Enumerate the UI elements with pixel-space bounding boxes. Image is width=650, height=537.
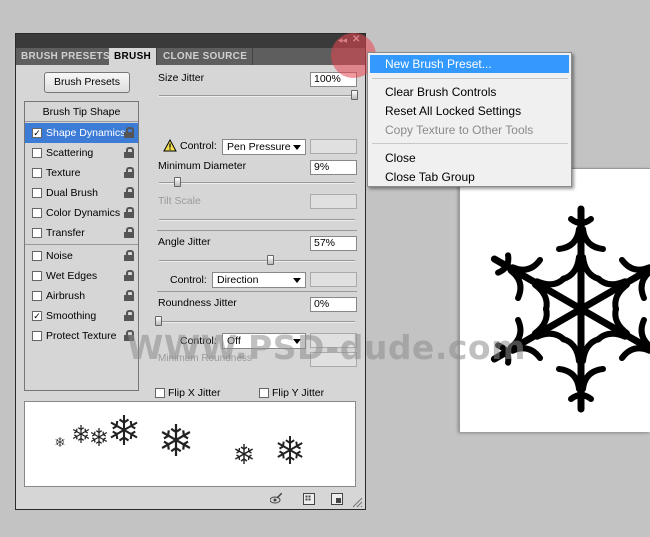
section-divider [157, 291, 357, 292]
checkbox[interactable] [32, 291, 42, 301]
brush-presets-button[interactable]: Brush Presets [44, 72, 130, 93]
panel-bottom-bar [16, 493, 365, 509]
lock-icon[interactable] [124, 310, 134, 321]
option-color-dynamics[interactable]: Color Dynamics [25, 203, 138, 223]
tab-brush[interactable]: BRUSH [109, 48, 158, 65]
checkbox[interactable] [32, 188, 42, 198]
option-airbrush[interactable]: Airbrush [25, 286, 138, 306]
flip-y-checkbox[interactable] [259, 388, 269, 398]
new-preset-icon[interactable] [331, 493, 343, 505]
preview-snowflakes [55, 413, 304, 465]
menu-item-close[interactable]: Close [370, 149, 569, 167]
option-smoothing[interactable]: ✓ Smoothing [25, 306, 138, 326]
control-label-1: Control: [180, 140, 217, 152]
option-transfer[interactable]: Transfer [25, 223, 138, 243]
warning-icon [163, 139, 177, 152]
section-divider [157, 230, 357, 231]
checkbox[interactable] [32, 168, 42, 178]
size-jitter-slider[interactable] [159, 95, 355, 97]
option-texture[interactable]: Texture [25, 163, 138, 183]
flip-x-checkbox[interactable] [155, 388, 165, 398]
tab-clone-source[interactable]: CLONE SOURCE [158, 48, 254, 65]
size-jitter-knob[interactable] [351, 90, 358, 100]
roundness-jitter-label: Roundness Jitter [158, 297, 237, 309]
checkbox[interactable]: ✓ [32, 128, 42, 138]
chevron-down-icon [293, 278, 301, 283]
tilt-scale-slider [159, 219, 355, 221]
checkbox[interactable] [32, 331, 42, 341]
control-label-2: Control: [170, 274, 207, 286]
lock-icon[interactable] [124, 187, 134, 198]
tab-bar: BRUSH PRESETS BRUSH CLONE SOURCE [16, 48, 365, 74]
tilt-scale-label: Tilt Scale [158, 195, 201, 207]
option-wet-edges[interactable]: Wet Edges [25, 266, 138, 286]
option-shape-dynamics[interactable]: ✓ Shape Dynamics [25, 123, 138, 143]
menu-item-new-brush-preset[interactable]: New Brush Preset... [370, 55, 569, 73]
brush-tip-shape-item[interactable]: Brush Tip Shape [25, 102, 138, 122]
brush-panel: ◂◂ ✕ BRUSH PRESETS BRUSH CLONE SOURCE Br… [15, 33, 366, 510]
checkbox[interactable] [32, 208, 42, 218]
angle-jitter-slider[interactable] [159, 260, 355, 262]
control-dropdown-2[interactable]: Direction [212, 272, 306, 288]
min-diameter-knob[interactable] [174, 177, 181, 187]
brush-panel-body: Brush Presets Brush Tip Shape ✓ Shape Dyn… [16, 65, 365, 509]
watermark-text: WWW.PSD-dude.com [127, 328, 526, 367]
brush-stroke-preview [24, 401, 356, 487]
angle-jitter-knob[interactable] [267, 255, 274, 265]
roundness-jitter-slider[interactable] [159, 321, 355, 323]
angle-jitter-label: Angle Jitter [158, 236, 211, 248]
lock-icon[interactable] [124, 290, 134, 301]
size-jitter-label: Size Jitter [158, 72, 205, 84]
option-noise[interactable]: Noise [25, 246, 138, 266]
menu-item-clear-brush-controls[interactable]: Clear Brush Controls [370, 83, 569, 101]
control-dropdown-1[interactable]: Pen Pressure [222, 139, 306, 155]
lock-icon[interactable] [124, 127, 134, 138]
checkbox[interactable] [32, 271, 42, 281]
chevron-down-icon [293, 145, 301, 150]
menu-item-close-tab-group[interactable]: Close Tab Group [370, 168, 569, 186]
checkbox[interactable] [32, 251, 42, 261]
lock-icon[interactable] [124, 207, 134, 218]
option-scattering[interactable]: Scattering [25, 143, 138, 163]
panel-title-bar[interactable]: ◂◂ ✕ [16, 34, 365, 48]
brush-options-list: Brush Tip Shape ✓ Shape Dynamics Scatteri… [24, 101, 139, 391]
lock-icon[interactable] [124, 167, 134, 178]
tilt-scale-field [310, 194, 357, 209]
tab-brush-presets[interactable]: BRUSH PRESETS [16, 48, 116, 65]
menu-separator [372, 143, 568, 144]
control-field-2 [310, 272, 357, 287]
min-diameter-label: Minimum Diameter [158, 160, 247, 172]
menu-item-reset-locked-settings[interactable]: Reset All Locked Settings [370, 102, 569, 120]
lock-icon[interactable] [124, 270, 134, 281]
lock-icon[interactable] [124, 227, 134, 238]
checkbox[interactable]: ✓ [32, 311, 42, 321]
roundness-jitter-knob[interactable] [155, 316, 162, 326]
checkbox[interactable] [32, 148, 42, 158]
menu-item-copy-texture: Copy Texture to Other Tools [385, 123, 534, 137]
control-field-1 [310, 139, 357, 154]
angle-jitter-field[interactable]: 57% [310, 236, 357, 251]
menu-separator [372, 78, 568, 79]
min-diameter-field[interactable]: 9% [310, 160, 357, 175]
list-divider [25, 244, 138, 245]
option-dual-brush[interactable]: Dual Brush [25, 183, 138, 203]
lock-icon[interactable] [124, 147, 134, 158]
checkbox[interactable] [32, 228, 42, 238]
grid-icon[interactable] [303, 493, 315, 505]
eye-brush-icon[interactable] [270, 493, 282, 505]
lock-icon[interactable] [124, 250, 134, 261]
panel-flyout-menu: New Brush Preset... Clear Brush Controls… [367, 52, 572, 187]
snowflake-artwork [460, 205, 650, 433]
roundness-jitter-field[interactable]: 0% [310, 297, 357, 312]
document-canvas[interactable] [459, 168, 650, 432]
resize-grip-icon[interactable] [351, 496, 363, 508]
flip-x-label: Flip X Jitter [168, 387, 221, 399]
option-protect-texture[interactable]: Protect Texture [25, 326, 138, 346]
min-diameter-slider[interactable] [159, 182, 355, 184]
flip-y-label: Flip Y Jitter [272, 387, 325, 399]
